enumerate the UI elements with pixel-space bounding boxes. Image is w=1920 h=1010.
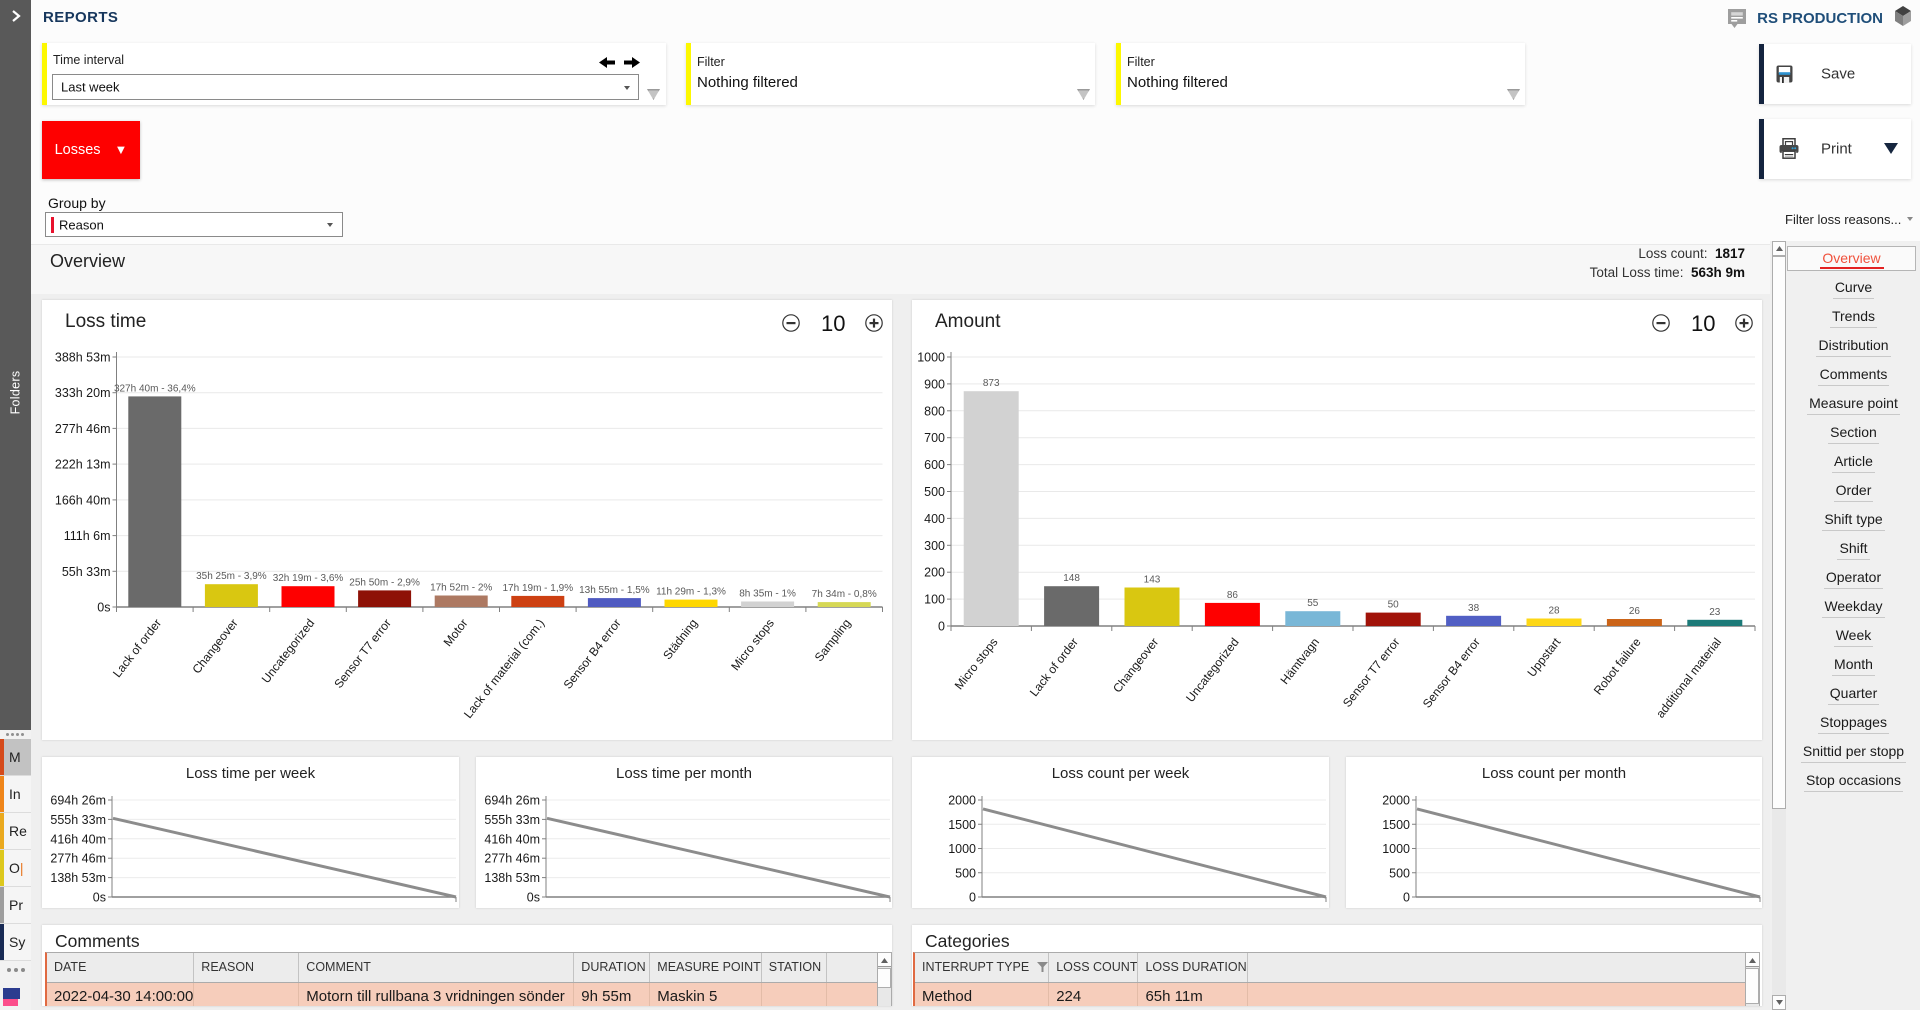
svg-text:32h 19m - 3,6%: 32h 19m - 3,6% [273, 573, 344, 584]
svg-text:Lack of material (com.): Lack of material (com.) [461, 616, 547, 721]
svg-text:2000: 2000 [948, 794, 976, 808]
svg-text:0: 0 [1403, 891, 1410, 905]
svg-text:Changeover: Changeover [1110, 635, 1161, 695]
svg-text:200: 200 [924, 566, 945, 580]
svg-text:55h 33m: 55h 33m [62, 565, 111, 579]
svg-text:38: 38 [1468, 603, 1480, 614]
svg-text:1000: 1000 [1382, 842, 1410, 856]
svg-text:Sensor T7 error: Sensor T7 error [1340, 635, 1403, 710]
svg-text:Uncategorized: Uncategorized [259, 616, 318, 686]
svg-text:Robot failure: Robot failure [1591, 635, 1644, 697]
svg-text:277h 46m: 277h 46m [484, 852, 540, 866]
svg-text:327h 40m - 36,4%: 327h 40m - 36,4% [114, 383, 196, 394]
svg-text:Motor: Motor [441, 616, 471, 649]
svg-text:28: 28 [1548, 606, 1560, 617]
svg-text:100: 100 [924, 593, 945, 607]
svg-text:1500: 1500 [1382, 818, 1410, 832]
svg-text:Micro stops: Micro stops [952, 635, 1001, 692]
svg-text:138h 53m: 138h 53m [50, 871, 106, 885]
svg-text:111h 6m: 111h 6m [64, 529, 111, 543]
svg-text:Städning: Städning [660, 616, 700, 662]
svg-text:Sensor B4 error: Sensor B4 error [1420, 635, 1483, 710]
svg-text:17h 52m - 2%: 17h 52m - 2% [430, 583, 492, 594]
svg-text:416h 40m: 416h 40m [50, 832, 106, 846]
svg-text:Changeover: Changeover [189, 616, 240, 676]
svg-text:Lack of order: Lack of order [110, 616, 164, 680]
svg-text:500: 500 [924, 485, 945, 499]
svg-text:17h 19m - 1,9%: 17h 19m - 1,9% [502, 583, 573, 594]
svg-text:300: 300 [924, 539, 945, 553]
svg-text:Sampling: Sampling [812, 616, 854, 664]
svg-text:277h 46m: 277h 46m [50, 852, 106, 866]
svg-text:additional material: additional material [1653, 635, 1724, 720]
svg-text:1000: 1000 [948, 842, 976, 856]
svg-text:8h 35m - 1%: 8h 35m - 1% [739, 589, 796, 600]
svg-text:416h 40m: 416h 40m [484, 832, 540, 846]
svg-text:Lack of order: Lack of order [1027, 635, 1081, 699]
svg-text:Micro stops: Micro stops [728, 616, 777, 673]
svg-text:138h 53m: 138h 53m [484, 871, 540, 885]
svg-text:13h 55m - 1,5%: 13h 55m - 1,5% [579, 585, 650, 596]
svg-text:555h 33m: 555h 33m [50, 813, 106, 827]
svg-text:Hämtvagn: Hämtvagn [1277, 635, 1322, 687]
svg-text:11h 29m - 1,3%: 11h 29m - 1,3% [656, 587, 726, 598]
svg-text:7h 34m - 0,8%: 7h 34m - 0,8% [812, 589, 877, 600]
svg-text:600: 600 [924, 458, 945, 472]
svg-text:700: 700 [924, 431, 945, 445]
svg-text:2000: 2000 [1382, 794, 1410, 808]
svg-text:23: 23 [1709, 607, 1721, 618]
svg-text:1000: 1000 [917, 351, 945, 365]
svg-text:694h 26m: 694h 26m [50, 794, 106, 808]
svg-text:Uncategorized: Uncategorized [1183, 635, 1242, 705]
svg-text:35h 25m - 3,9%: 35h 25m - 3,9% [196, 571, 267, 582]
svg-text:694h 26m: 694h 26m [484, 794, 540, 808]
svg-text:Sensor T7 error: Sensor T7 error [331, 616, 394, 691]
svg-text:0: 0 [938, 620, 945, 634]
svg-text:800: 800 [924, 404, 945, 418]
svg-text:555h 33m: 555h 33m [484, 813, 540, 827]
svg-text:0: 0 [969, 891, 976, 905]
svg-text:1500: 1500 [948, 818, 976, 832]
svg-text:143: 143 [1144, 575, 1161, 586]
svg-text:50: 50 [1388, 600, 1400, 611]
svg-text:86: 86 [1227, 590, 1239, 601]
svg-text:Uppstart: Uppstart [1524, 635, 1563, 680]
svg-text:277h 46m: 277h 46m [55, 422, 111, 436]
svg-text:25h 50m - 2,9%: 25h 50m - 2,9% [349, 577, 420, 588]
svg-text:500: 500 [1389, 866, 1410, 880]
svg-text:148: 148 [1063, 573, 1080, 584]
svg-text:900: 900 [924, 377, 945, 391]
svg-text:55: 55 [1307, 598, 1319, 609]
svg-text:873: 873 [983, 378, 1000, 389]
svg-text:26: 26 [1629, 606, 1641, 617]
svg-text:0s: 0s [93, 891, 106, 905]
svg-text:Sensor B4 error: Sensor B4 error [561, 616, 624, 691]
svg-text:0s: 0s [527, 891, 540, 905]
svg-text:0s: 0s [97, 601, 110, 615]
svg-text:222h 13m: 222h 13m [55, 458, 111, 472]
svg-text:333h 20m: 333h 20m [55, 386, 111, 400]
svg-text:166h 40m: 166h 40m [55, 493, 111, 507]
svg-text:388h 53m: 388h 53m [55, 351, 111, 365]
svg-text:400: 400 [924, 512, 945, 526]
svg-text:500: 500 [955, 866, 976, 880]
